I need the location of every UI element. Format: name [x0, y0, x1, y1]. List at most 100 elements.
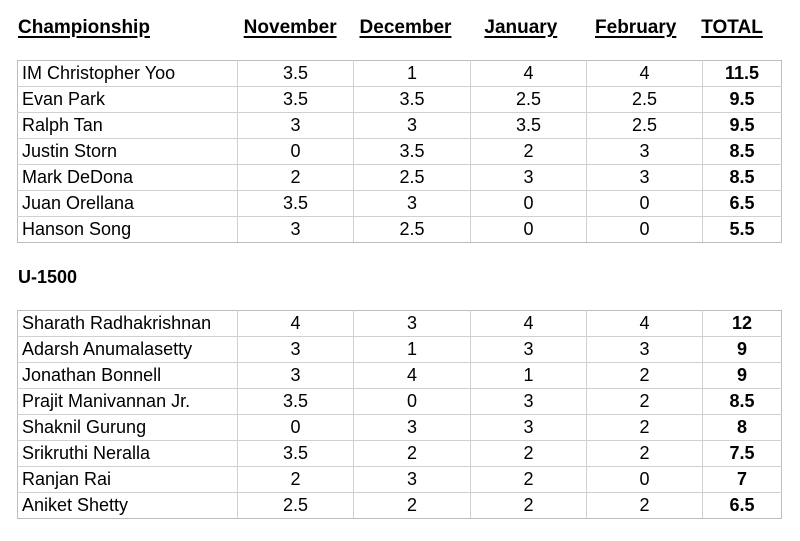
player-name: Hanson Song: [17, 216, 238, 243]
u1500-table-body: Sharath Radhakrishnan 4 3 4 4 12 Adarsh …: [17, 310, 782, 519]
score-february: 2: [586, 440, 703, 467]
score-january: 3: [470, 336, 587, 363]
table-row: Srikruthi Neralla 3.5 2 2 2 7.5: [17, 440, 782, 467]
score-total: 12: [702, 310, 782, 337]
score-february: 2: [586, 492, 703, 519]
score-december: 3.5: [353, 86, 471, 113]
column-header-december: December: [359, 17, 452, 38]
score-december: 2: [353, 440, 471, 467]
score-total: 9.5: [702, 86, 782, 113]
score-january: 2: [470, 466, 587, 493]
score-total: 8.5: [702, 138, 782, 165]
table-row: Mark DeDona 2 2.5 3 3 8.5: [17, 164, 782, 191]
score-december: 1: [353, 60, 471, 87]
score-january: 3: [470, 164, 587, 191]
table-row: Juan Orellana 3.5 3 0 0 6.5: [17, 190, 782, 217]
section-title-u1500: U-1500: [18, 267, 78, 287]
column-header-championship: Championship: [18, 17, 150, 38]
table-row: IM Christopher Yoo 3.5 1 4 4 11.5: [17, 60, 782, 87]
table-row: Ralph Tan 3 3 3.5 2.5 9.5: [17, 112, 782, 139]
score-january: 4: [470, 60, 587, 87]
score-december: 3.5: [353, 138, 471, 165]
score-november: 0: [237, 138, 354, 165]
table-row: Jonathan Bonnell 3 4 1 2 9: [17, 362, 782, 389]
score-december: 3: [353, 414, 471, 441]
score-total: 5.5: [702, 216, 782, 243]
score-december: 0: [353, 388, 471, 415]
table-header-row: Championship November December January F…: [17, 16, 771, 46]
score-february: 0: [586, 466, 703, 493]
score-december: 1: [353, 336, 471, 363]
player-name: Ralph Tan: [17, 112, 238, 139]
player-name: Evan Park: [17, 86, 238, 113]
player-name: IM Christopher Yoo: [17, 60, 238, 87]
player-name: Justin Storn: [17, 138, 238, 165]
score-february: 2.5: [586, 86, 703, 113]
table-row: Aniket Shetty 2.5 2 2 2 6.5: [17, 492, 782, 519]
score-december: 3: [353, 466, 471, 493]
score-february: 2: [586, 414, 703, 441]
score-january: 2: [470, 492, 587, 519]
score-january: 4: [470, 310, 587, 337]
score-december: 2.5: [353, 164, 471, 191]
score-december: 4: [353, 362, 471, 389]
score-december: 3: [353, 310, 471, 337]
column-header-february: February: [595, 17, 677, 38]
column-header-november: November: [243, 17, 337, 38]
score-january: 0: [470, 216, 587, 243]
score-february: 4: [586, 310, 703, 337]
score-february: 2: [586, 388, 703, 415]
score-november: 3.5: [237, 190, 354, 217]
score-november: 3: [237, 112, 354, 139]
score-january: 3: [470, 414, 587, 441]
score-total: 7.5: [702, 440, 782, 467]
score-december: 2: [353, 492, 471, 519]
score-november: 4: [237, 310, 354, 337]
score-total: 7: [702, 466, 782, 493]
score-january: 0: [470, 190, 587, 217]
score-november: 2: [237, 164, 354, 191]
score-november: 3: [237, 216, 354, 243]
table-row: Hanson Song 3 2.5 0 0 5.5: [17, 216, 782, 243]
score-total: 9: [702, 336, 782, 363]
score-total: 8.5: [702, 164, 782, 191]
player-name: Shaknil Gurung: [17, 414, 238, 441]
score-november: 2.5: [237, 492, 354, 519]
score-february: 3: [586, 336, 703, 363]
table-row: Adarsh Anumalasetty 3 1 3 3 9: [17, 336, 782, 363]
score-february: 0: [586, 216, 703, 243]
score-december: 3: [353, 112, 471, 139]
score-december: 2.5: [353, 216, 471, 243]
score-total: 9: [702, 362, 782, 389]
standings-sheet: Championship November December January F…: [0, 0, 800, 541]
score-february: 0: [586, 190, 703, 217]
score-november: 3.5: [237, 388, 354, 415]
player-name: Prajit Manivannan Jr.: [17, 388, 238, 415]
score-january: 1: [470, 362, 587, 389]
player-name: Jonathan Bonnell: [17, 362, 238, 389]
player-name: Juan Orellana: [17, 190, 238, 217]
column-header-january: January: [484, 17, 558, 38]
score-november: 3: [237, 362, 354, 389]
score-november: 3.5: [237, 86, 354, 113]
player-name: Adarsh Anumalasetty: [17, 336, 238, 363]
score-february: 2.5: [586, 112, 703, 139]
championship-table-body: IM Christopher Yoo 3.5 1 4 4 11.5 Evan P…: [17, 60, 782, 243]
score-february: 3: [586, 164, 703, 191]
score-november: 3.5: [237, 60, 354, 87]
score-november: 0: [237, 414, 354, 441]
score-january: 3.5: [470, 112, 587, 139]
score-total: 8.5: [702, 388, 782, 415]
player-name: Mark DeDona: [17, 164, 238, 191]
score-total: 9.5: [702, 112, 782, 139]
score-january: 2: [470, 138, 587, 165]
score-january: 2: [470, 440, 587, 467]
table-row: Justin Storn 0 3.5 2 3 8.5: [17, 138, 782, 165]
score-february: 2: [586, 362, 703, 389]
u1500-standings-table: Sharath Radhakrishnan 4 3 4 4 12 Adarsh …: [17, 310, 782, 519]
score-february: 3: [586, 138, 703, 165]
score-january: 3: [470, 388, 587, 415]
table-row: Sharath Radhakrishnan 4 3 4 4 12: [17, 310, 782, 337]
score-november: 3: [237, 336, 354, 363]
table-row: Prajit Manivannan Jr. 3.5 0 3 2 8.5: [17, 388, 782, 415]
